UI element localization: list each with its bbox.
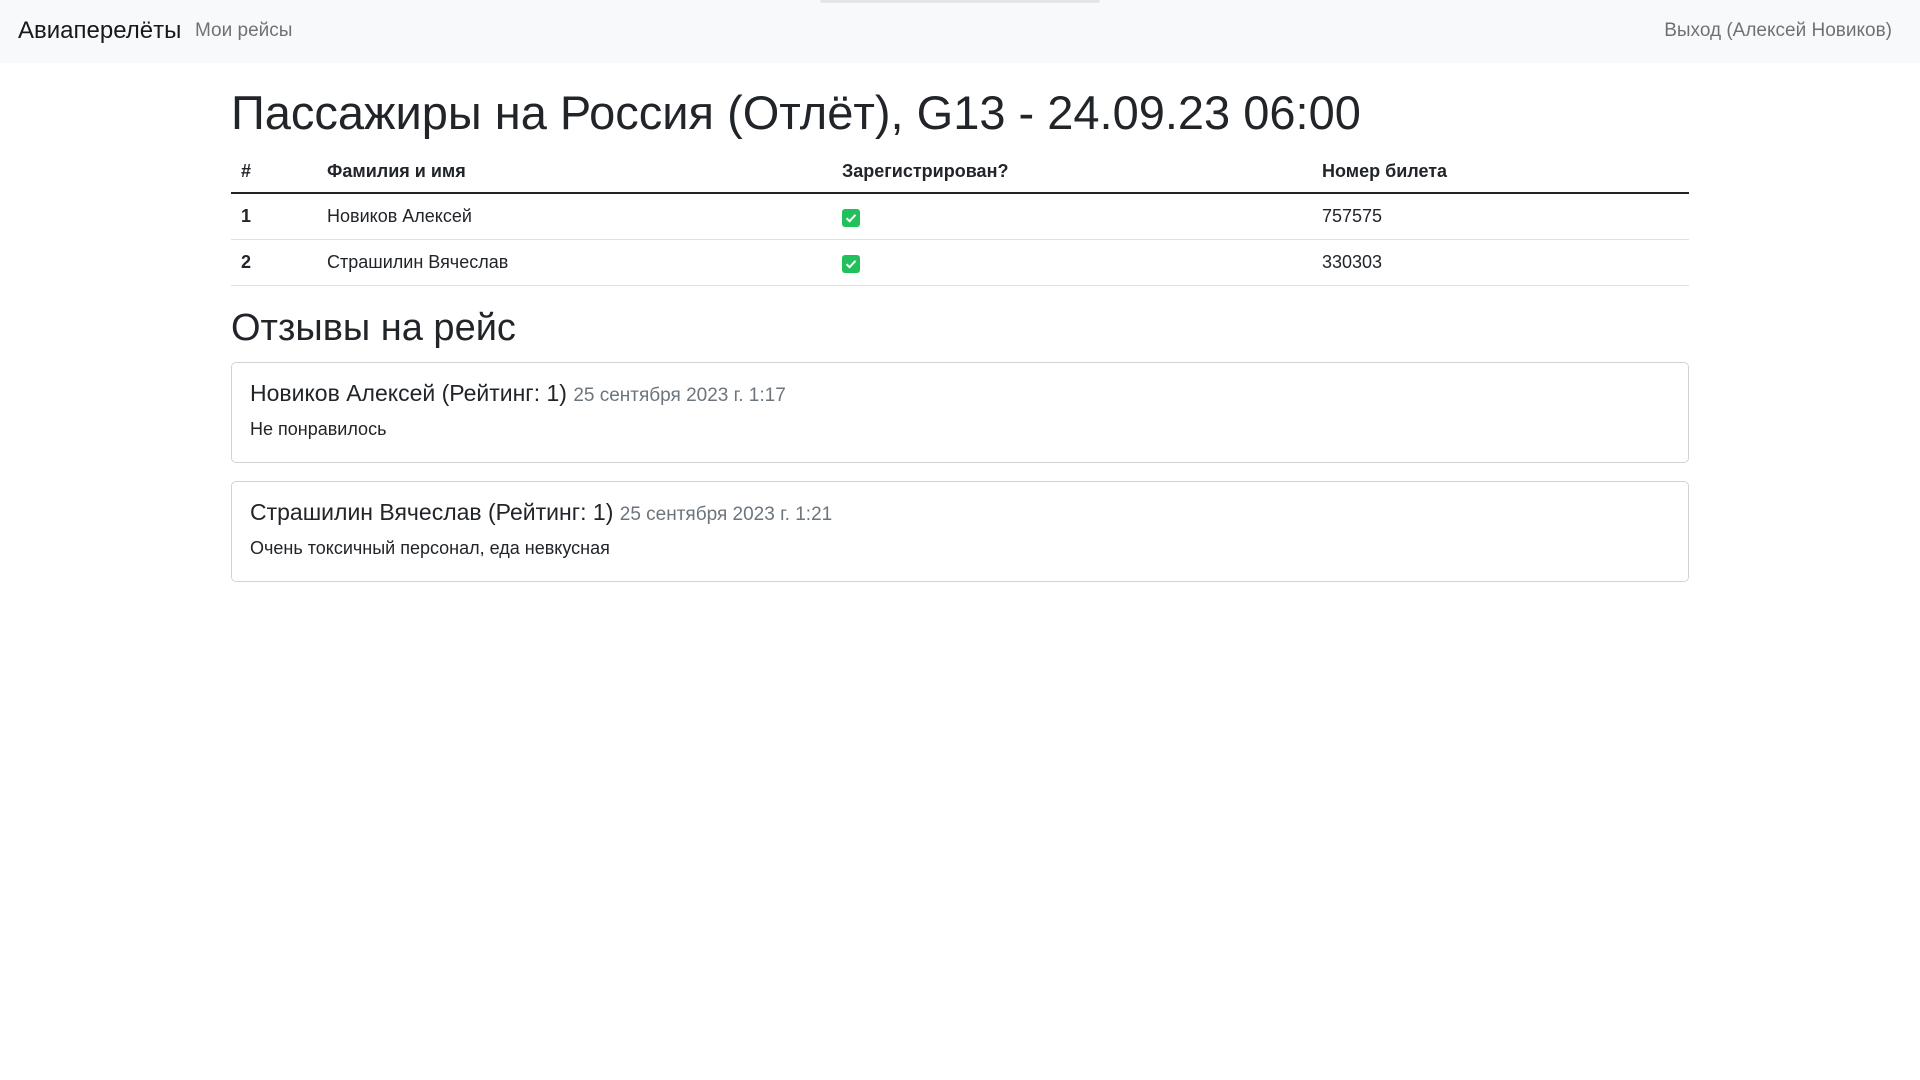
row-num: 1 [231,193,317,241]
review-card: Новиков Алексей (Рейтинг: 1) 25 сентября… [231,361,1689,463]
row-ticket: 330303 [1312,239,1689,287]
brand-link[interactable]: Авиаперелёты [18,17,181,45]
review-author: Новиков Алексей (Рейтинг: 1) [250,379,567,406]
header-registered: Зарегистрирован? [832,151,1312,195]
review-date: 25 сентября 2023 г. 1:21 [619,503,833,525]
row-name: Страшилин Вячеслав [317,239,832,287]
logout-link[interactable]: Выход (Алексей Новиков) [1664,20,1892,42]
header-name: Фамилия и имя [317,151,832,195]
row-registered [832,239,1312,287]
table-header-row: # Фамилия и имя Зарегистрирован? Номер б… [231,151,1689,195]
review-text: Очень токсичный персонал, еда невкусная [250,537,610,558]
reviews-title: Отзывы на рейс [231,307,516,350]
header-ticket: Номер билета [1312,151,1689,195]
nav-my-flights[interactable]: Мои рейсы [195,20,292,42]
review-text: Не понравилось [250,418,387,439]
row-num: 2 [231,239,317,287]
checkbox-checked-icon [842,208,860,227]
review-header: Страшилин Вячеслав (Рейтинг: 1) 25 сентя… [250,499,1670,526]
review-card: Страшилин Вячеслав (Рейтинг: 1) 25 сентя… [231,480,1689,582]
review-date: 25 сентября 2023 г. 1:17 [573,384,786,406]
row-name: Новиков Алексей [317,193,832,241]
navbar: Авиаперелёты Мои рейсы Выход (Алексей Но… [0,0,1920,63]
passengers-table: # Фамилия и имя Зарегистрирован? Номер б… [231,151,1689,287]
row-registered [832,193,1312,241]
review-author: Страшилин Вячеслав (Рейтинг: 1) [250,498,614,525]
checkbox-checked-icon [842,254,860,273]
page-title: Пассажиры на Россия (Отлёт), G13 - 24.09… [231,86,1361,139]
main-container: Пассажиры на Россия (Отлёт), G13 - 24.09… [231,63,1689,582]
table-row: 1 Новиков Алексей 757575 [231,193,1689,241]
navbar-notch [820,0,1100,3]
row-ticket: 757575 [1312,193,1689,241]
review-header: Новиков Алексей (Рейтинг: 1) 25 сентября… [250,380,1670,407]
table-row: 2 Страшилин Вячеслав 330303 [231,239,1689,287]
header-num: # [231,151,317,195]
